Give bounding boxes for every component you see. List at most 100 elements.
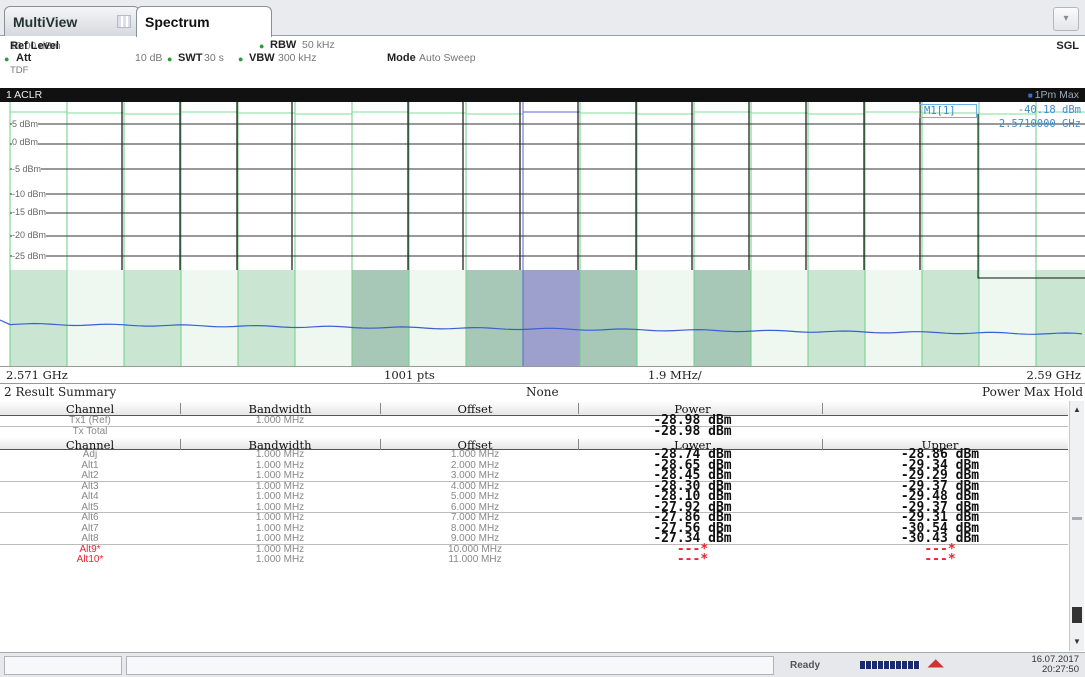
status-message-field[interactable]: [126, 656, 774, 675]
channel-block: [637, 270, 694, 366]
table-row[interactable]: Alt10* 1.000 MHz 11.000 MHz ---* ---*: [0, 552, 1068, 567]
table-row[interactable]: Alt9* 1.000 MHz 10.000 MHz ---* ---*: [0, 543, 1068, 555]
marker-label[interactable]: M1[1]: [919, 104, 977, 118]
channel-block: [238, 270, 295, 366]
result-summary-center: None: [526, 385, 559, 399]
bandwidth-cell: 1.000 MHz: [255, 554, 305, 565]
result-summary-mode: Power Max Hold: [982, 385, 1083, 399]
result-summary-title: 2 Result Summary: [4, 385, 117, 399]
tab-bar: MultiView Spectrum ▾: [0, 0, 1085, 37]
column-divider: [180, 403, 181, 414]
marker-frame: [977, 114, 1085, 279]
column-divider: [180, 439, 181, 450]
bandwidth-cell: 1.000 MHz: [255, 533, 305, 544]
channel-cell: Tx Total: [72, 425, 108, 437]
sgl-indicator: SGL: [1056, 40, 1079, 52]
status-field-left[interactable]: [4, 656, 122, 675]
channel-block: [523, 270, 580, 366]
upper-power-cell: ---*: [924, 552, 956, 567]
bandwidth-cell: 1.000 MHz: [255, 415, 305, 426]
power-cell: -28.98 dBm: [653, 423, 732, 439]
date-time: 16.07.2017 20:27:50: [1031, 655, 1079, 675]
y-tick-label: 0 dBm: [12, 137, 39, 147]
bandwidth-cell: 1.000 MHz: [255, 470, 305, 481]
channel-cell: Alt2: [81, 470, 99, 481]
table-row[interactable]: Alt8 1.000 MHz 9.000 MHz -27.34 dBm -30.43 d…: [0, 532, 1068, 545]
span-per-div: 1.9 MHz/: [648, 368, 702, 382]
table-row[interactable]: Tx Total -28.98 dBm: [0, 423, 1068, 439]
vbw-value: 300 kHz: [278, 52, 317, 64]
y-tick-label: -5 dBm: [12, 164, 42, 174]
column-divider: [380, 439, 381, 450]
start-frequency: 2.571 GHz: [6, 368, 68, 382]
result-summary-title-bar: 2 Result Summary None Power Max Hold: [0, 385, 1085, 400]
scroll-up-icon[interactable]: ▲: [1071, 403, 1083, 417]
channel-block: [580, 270, 637, 366]
rbw-value: 50 kHz: [302, 39, 335, 51]
x-axis-bar: 2.571 GHz 1001 pts 1.9 MHz/ 2.59 GHz: [0, 366, 1085, 384]
scrollbar-grip: [1072, 517, 1082, 520]
sweep-points: 1001 pts: [384, 368, 435, 382]
column-divider: [822, 403, 823, 414]
channel-block: [865, 270, 922, 366]
diagram-title: 1 ACLR: [6, 89, 43, 101]
mode-value: Auto Sweep: [419, 52, 476, 64]
channel-block: [10, 270, 67, 366]
lower-power-cell: ---*: [676, 552, 709, 567]
tab-multiview[interactable]: MultiView: [4, 6, 140, 36]
rbw-label: RBW: [270, 39, 297, 51]
scrollbar-thumb[interactable]: [1072, 607, 1082, 623]
offset-cell: 11.000 MHz: [448, 554, 502, 565]
trace-label: 1Pm Max: [1028, 88, 1079, 103]
swt-indicator-icon: ●: [167, 54, 173, 64]
offset-cell: 9.000 MHz: [450, 533, 500, 544]
ref-level-label: Ref Level: [10, 40, 59, 52]
vbw-indicator-icon: ●: [238, 54, 244, 64]
column-header: Offset: [457, 402, 493, 416]
table-body: Adj 1.000 MHz 1.000 MHz -28.74 dBm -28.86 dB…: [0, 448, 1068, 567]
table-row[interactable]: Tx1 (Ref) 1.000 MHz -28.98 dBm: [0, 414, 1068, 427]
scroll-down-icon[interactable]: ▼: [1071, 635, 1083, 649]
mode-label: Mode: [387, 52, 416, 64]
vbw-label: VBW: [249, 52, 275, 64]
channel-cell: Alt8: [81, 533, 99, 544]
offset-cell: 5.000 MHz: [450, 491, 500, 502]
marker-level: -40.18 dBm: [1017, 104, 1081, 116]
spectrum-graph[interactable]: [0, 102, 1085, 366]
offset-cell: 3.000 MHz: [450, 470, 500, 481]
channel-cell: Tx1 (Ref): [69, 415, 111, 426]
channel-block: [694, 270, 751, 366]
tdf-label: TDF: [10, 65, 29, 76]
att-indicator-icon: ●: [4, 54, 10, 64]
channel-block: [295, 270, 352, 366]
tab-multiview-label: MultiView: [13, 14, 78, 30]
tab-spectrum-label: Spectrum: [145, 14, 210, 30]
dropdown-button[interactable]: ▾: [1053, 7, 1079, 31]
column-divider: [380, 403, 381, 414]
channel-cell: Adj: [82, 449, 98, 460]
bandwidth-cell: 1.000 MHz: [255, 449, 305, 460]
chevron-down-icon: ▾: [1063, 13, 1069, 24]
y-tick-label: 5 dBm: [12, 119, 39, 129]
swt-value: 30 s: [204, 52, 224, 64]
bandwidth-cell: 1.000 MHz: [255, 491, 305, 502]
scrollbar[interactable]: ▲ ▼: [1069, 401, 1084, 651]
channel-block: [751, 270, 808, 366]
result-summary-table[interactable]: Channel Bandwidth Offset Power Tx1 (Ref)…: [0, 401, 1068, 566]
channel-cell: Alt4: [81, 491, 99, 502]
y-tick-label: -15 dBm: [12, 207, 47, 217]
marker-frequency: 2.5710000 GHz: [998, 118, 1081, 130]
channel-settings-bar[interactable]: Ref Level 10.00 dBm ● Att 10 dB ● SWT 30…: [0, 37, 1085, 87]
offset-cell: 1.000 MHz: [450, 449, 500, 460]
status-ready: Ready: [790, 660, 821, 671]
rbw-indicator-icon: ●: [259, 41, 265, 51]
table-header: Channel Bandwidth Offset Power: [0, 401, 1068, 416]
channel-block: [409, 270, 466, 366]
channel-block: [979, 270, 1036, 366]
status-bar: Ready ◢◣ 16.07.2017 20:27:50: [0, 652, 1085, 677]
status-time: 20:27:50: [1042, 664, 1079, 675]
y-tick-label: -20 dBm: [12, 230, 47, 240]
att-value: 10 dB: [135, 52, 163, 64]
tab-spectrum[interactable]: Spectrum: [136, 6, 272, 37]
spectrum-plot[interactable]: 5 dBm 0 dBm -5 dBm -10 dBm -15 dBm -20 d…: [0, 102, 1085, 366]
